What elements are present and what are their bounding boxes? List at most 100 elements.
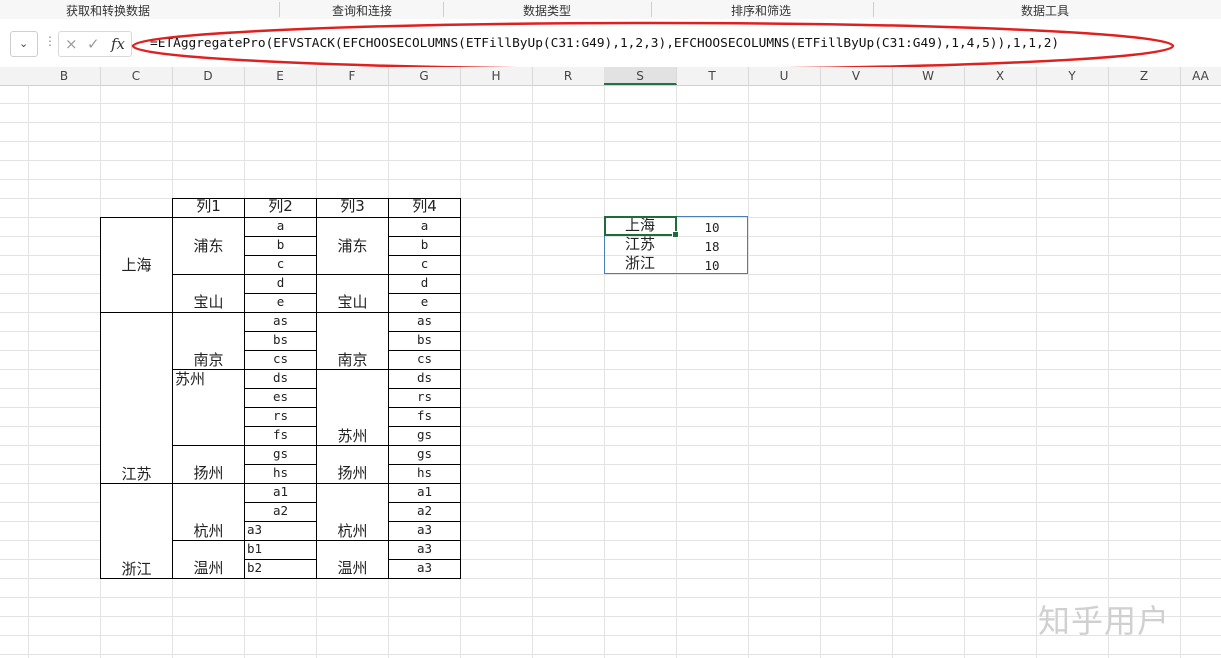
column-header[interactable]: V <box>820 67 893 85</box>
city-cell[interactable]: 温州 <box>316 540 389 579</box>
item-cell[interactable]: gs <box>388 426 461 446</box>
column-header[interactable]: Y <box>1036 67 1109 85</box>
item-cell[interactable]: gs <box>244 445 317 465</box>
item-cell[interactable]: b1 <box>244 540 317 560</box>
item-cell[interactable]: c <box>388 255 461 275</box>
item-cell[interactable]: b2 <box>244 559 317 579</box>
summary-value-cell[interactable]: 10 <box>677 218 747 236</box>
item-cell[interactable]: cs <box>388 350 461 370</box>
item-cell[interactable]: a <box>244 217 317 237</box>
item-cell[interactable]: hs <box>388 464 461 484</box>
column-header[interactable]: AA <box>1180 67 1221 85</box>
city-cell[interactable]: 扬州 <box>172 445 245 484</box>
ribbon-separator <box>651 2 652 17</box>
item-cell[interactable]: rs <box>244 407 317 427</box>
ribbon-group-sort-filter[interactable]: 排序和筛选 <box>731 2 791 19</box>
item-cell[interactable]: e <box>244 293 317 313</box>
city-cell[interactable]: 扬州 <box>316 445 389 484</box>
table-header-cell[interactable]: 列1 <box>172 198 245 218</box>
confirm-icon[interactable]: ✓ <box>87 35 100 53</box>
city-cell[interactable]: 宝山 <box>316 274 389 313</box>
summary-value-cell[interactable]: 10 <box>677 256 747 273</box>
item-cell[interactable]: bs <box>244 331 317 351</box>
city-cell[interactable]: 杭州 <box>172 483 245 541</box>
city-cell[interactable]: 温州 <box>172 540 245 579</box>
column-header-active[interactable]: S <box>604 67 677 85</box>
item-cell[interactable]: c <box>244 255 317 275</box>
item-cell[interactable]: as <box>388 312 461 332</box>
city-cell[interactable]: 南京 <box>172 312 245 370</box>
province-cell[interactable]: 上海 <box>100 217 173 313</box>
item-cell[interactable]: a1 <box>244 483 317 503</box>
city-cell[interactable]: 南京 <box>316 312 389 370</box>
column-header[interactable]: G <box>388 67 461 85</box>
city-cell[interactable]: 浦东 <box>172 217 245 275</box>
item-cell[interactable]: a3 <box>244 521 317 541</box>
city-cell[interactable]: 苏州 <box>172 369 245 446</box>
column-header[interactable]: R <box>532 67 605 85</box>
item-cell[interactable]: a <box>388 217 461 237</box>
column-header[interactable]: T <box>676 67 749 85</box>
column-header[interactable]: W <box>892 67 965 85</box>
ribbon-group-bar: 获取和转换数据 查询和连接 数据类型 排序和筛选 数据工具 <box>0 0 1221 20</box>
item-cell[interactable]: b <box>388 236 461 256</box>
ribbon-separator <box>873 2 874 17</box>
summary-name-cell[interactable]: 江苏 <box>605 237 675 255</box>
item-cell[interactable]: e <box>388 293 461 313</box>
item-cell[interactable]: d <box>244 274 317 294</box>
column-header[interactable]: F <box>316 67 389 85</box>
item-cell[interactable]: fs <box>244 426 317 446</box>
chevron-down-icon: ⌄ <box>19 37 29 50</box>
ribbon-group-queries[interactable]: 查询和连接 <box>332 2 392 19</box>
city-cell[interactable]: 浦东 <box>316 217 389 275</box>
item-cell[interactable]: gs <box>388 445 461 465</box>
item-cell[interactable]: fs <box>388 407 461 427</box>
ribbon-separator <box>279 2 280 17</box>
column-header[interactable]: H <box>460 67 533 85</box>
ribbon-separator <box>443 2 444 17</box>
province-cell[interactable]: 浙江 <box>100 483 173 579</box>
formula-input[interactable]: =ETAggregatePro(EFVSTACK(EFCHOOSECOLUMNS… <box>150 34 1200 54</box>
item-cell[interactable]: es <box>244 388 317 408</box>
summary-name-cell[interactable]: 上海 <box>605 218 675 236</box>
city-cell[interactable]: 宝山 <box>172 274 245 313</box>
item-cell[interactable]: a3 <box>388 559 461 579</box>
column-header[interactable]: U <box>748 67 821 85</box>
column-header[interactable]: X <box>964 67 1037 85</box>
name-box-dropdown[interactable]: ⌄ <box>10 31 38 57</box>
province-cell[interactable]: 江苏 <box>100 312 173 484</box>
more-options-icon[interactable]: ⋮ <box>44 34 56 48</box>
item-cell[interactable]: as <box>244 312 317 332</box>
item-cell[interactable]: d <box>388 274 461 294</box>
item-cell[interactable]: a1 <box>388 483 461 503</box>
item-cell[interactable]: a2 <box>388 502 461 522</box>
column-header[interactable]: B <box>28 67 101 85</box>
ribbon-group-data-types[interactable]: 数据类型 <box>523 2 571 19</box>
city-cell[interactable]: 苏州 <box>316 369 389 446</box>
column-header[interactable]: C <box>100 67 173 85</box>
table-header-cell[interactable]: 列3 <box>316 198 389 218</box>
ribbon-group-data-tools[interactable]: 数据工具 <box>1021 2 1069 19</box>
item-cell[interactable]: ds <box>244 369 317 389</box>
item-cell[interactable]: hs <box>244 464 317 484</box>
item-cell[interactable]: a3 <box>388 540 461 560</box>
item-cell[interactable]: cs <box>244 350 317 370</box>
item-cell[interactable]: a2 <box>244 502 317 522</box>
watermark: 知乎用户 <box>1038 602 1171 640</box>
cancel-icon[interactable]: × <box>65 35 78 53</box>
table-header-cell[interactable]: 列4 <box>388 198 461 218</box>
summary-value-cell[interactable]: 18 <box>677 237 747 255</box>
column-header[interactable]: E <box>244 67 317 85</box>
item-cell[interactable]: a3 <box>388 521 461 541</box>
item-cell[interactable]: ds <box>388 369 461 389</box>
insert-function-icon[interactable]: fx <box>111 35 125 53</box>
table-header-cell[interactable]: 列2 <box>244 198 317 218</box>
summary-name-cell[interactable]: 浙江 <box>605 256 675 273</box>
ribbon-group-get-transform[interactable]: 获取和转换数据 <box>66 2 150 19</box>
column-header[interactable]: D <box>172 67 245 85</box>
item-cell[interactable]: rs <box>388 388 461 408</box>
column-header[interactable]: Z <box>1108 67 1181 85</box>
item-cell[interactable]: bs <box>388 331 461 351</box>
item-cell[interactable]: b <box>244 236 317 256</box>
city-cell[interactable]: 杭州 <box>316 483 389 541</box>
